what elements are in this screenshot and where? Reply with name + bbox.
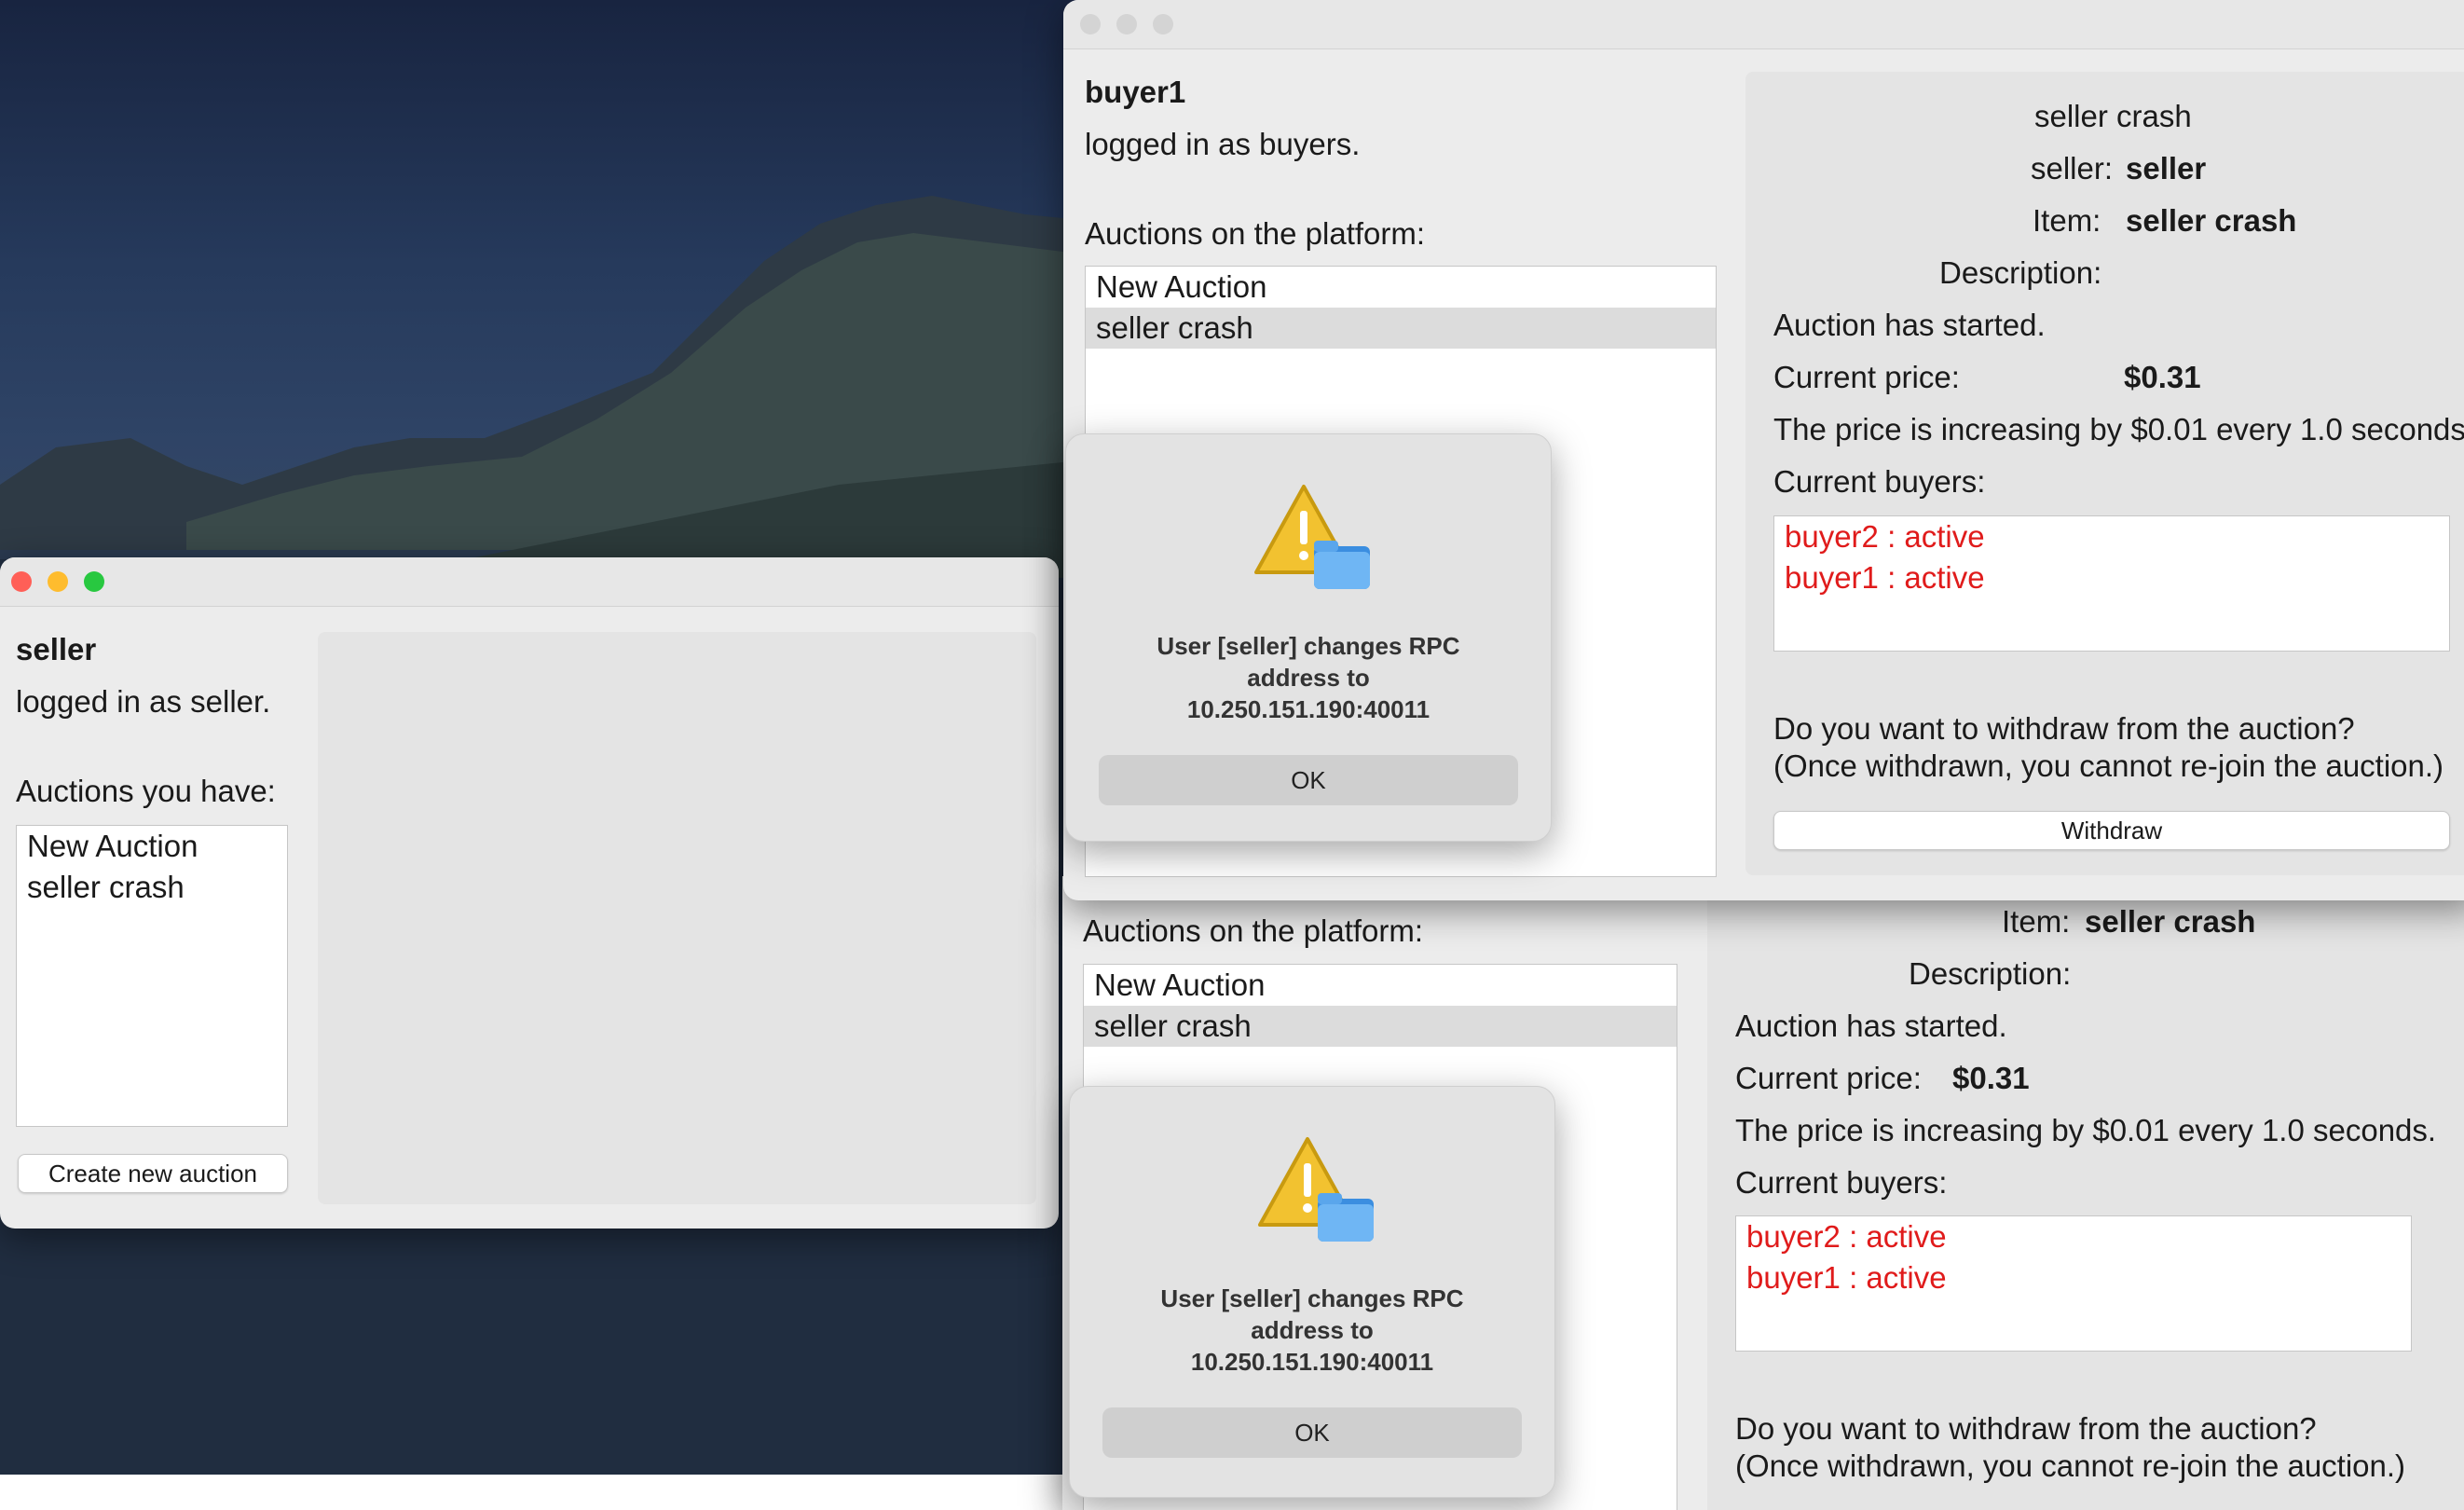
buyer2-rpc-alert-dialog: User [seller] changes RPC address to 10.… xyxy=(1069,1086,1555,1498)
withdraw-button[interactable]: Withdraw xyxy=(1773,811,2450,850)
buyer1-buyers-list: buyer2 : active buyer1 : active xyxy=(1773,515,2450,652)
buyer2-auctions-heading: Auctions on the platform: xyxy=(1083,913,1424,948)
dialog-message-line2: address to xyxy=(1251,1316,1374,1344)
buyer1-description-label: Description: xyxy=(1939,255,2102,290)
buyer2-buyers-list: buyer2 : active buyer1 : active xyxy=(1735,1215,2412,1352)
buyer1-buyers-heading: Current buyers: xyxy=(1773,464,1986,499)
buyer1-username: buyer1 xyxy=(1085,75,1186,109)
close-button[interactable] xyxy=(1080,14,1101,34)
buyer1-login-status: logged in as buyers. xyxy=(1085,127,1361,161)
list-item[interactable]: New Auction xyxy=(1086,267,1716,308)
seller-detail-panel xyxy=(318,632,1036,1204)
warning-folder-icon xyxy=(1258,1137,1374,1242)
close-button[interactable] xyxy=(11,571,32,592)
list-item: buyer1 : active xyxy=(1746,1260,1947,1295)
list-item: buyer2 : active xyxy=(1785,519,1985,554)
buyer2-description-label: Description: xyxy=(1909,956,2072,991)
buyer2-price-value: $0.31 xyxy=(1952,1061,2030,1095)
dialog-message-line2: address to xyxy=(1247,664,1370,692)
buyer1-item-value: seller crash xyxy=(2126,203,2297,238)
buyer2-detail-panel: Item: seller crash Description: Auction … xyxy=(1707,876,2464,1510)
buyer1-item-label: Item: xyxy=(2033,203,2101,238)
buyer2-price-increase-text: The price is increasing by $0.01 every 1… xyxy=(1735,1113,2437,1147)
seller-login-status: logged in as seller. xyxy=(16,684,271,719)
buyer1-auctions-heading: Auctions on the platform: xyxy=(1085,216,1426,251)
dialog-message-line1: User [seller] changes RPC xyxy=(1160,1284,1464,1312)
seller-auctions-list[interactable]: New Auction seller crash xyxy=(16,825,288,1127)
buyer1-price-label: Current price: xyxy=(1773,360,1960,394)
zoom-button[interactable] xyxy=(84,571,104,592)
dialog-message-line1: User [seller] changes RPC xyxy=(1157,632,1460,660)
seller-window-titlebar[interactable] xyxy=(0,557,1059,607)
buyer1-auction-status: Auction has started. xyxy=(1773,308,2046,342)
list-item: buyer1 : active xyxy=(1785,560,1985,595)
buyer2-withdraw-question: Do you want to withdraw from the auction… xyxy=(1735,1411,2317,1446)
buyer1-seller-label: seller: xyxy=(2031,151,2114,185)
list-item[interactable]: seller crash xyxy=(1086,308,1716,349)
buyer1-withdraw-note: (Once withdrawn, you cannot re-join the … xyxy=(1773,748,2444,783)
buyer1-price-value: $0.31 xyxy=(2124,360,2201,394)
list-item[interactable]: New Auction xyxy=(17,826,287,867)
list-item: buyer2 : active xyxy=(1746,1219,1947,1254)
buyer1-seller-value: seller xyxy=(2126,151,2207,185)
buyer1-auction-title: seller crash xyxy=(2034,99,2192,133)
ok-button[interactable]: OK xyxy=(1102,1407,1522,1458)
buyer2-withdraw-note: (Once withdrawn, you cannot re-join the … xyxy=(1735,1448,2406,1483)
seller-auctions-heading: Auctions you have: xyxy=(16,774,276,808)
buyer2-item-value: seller crash xyxy=(2085,904,2256,939)
seller-username: seller xyxy=(16,632,97,666)
ok-button[interactable]: OK xyxy=(1099,755,1518,805)
buyer2-buyers-heading: Current buyers: xyxy=(1735,1165,1948,1200)
buyer1-detail-panel: seller crash seller: seller Item: seller… xyxy=(1745,72,2464,875)
buyer1-withdraw-question: Do you want to withdraw from the auction… xyxy=(1773,711,2355,746)
buyer1-window-titlebar[interactable] xyxy=(1063,0,2464,49)
buyer2-auction-status: Auction has started. xyxy=(1735,1009,2007,1043)
dialog-message-line3: 10.250.151.190:40011 xyxy=(1186,695,1430,723)
buyer1-rpc-alert-dialog: User [seller] changes RPC address to 10.… xyxy=(1065,433,1552,842)
buyer1-price-increase-text: The price is increasing by $0.01 every 1… xyxy=(1773,412,2464,446)
dialog-message-line3: 10.250.151.190:40011 xyxy=(1190,1348,1434,1376)
list-item[interactable]: seller crash xyxy=(1084,1006,1677,1047)
list-item[interactable]: seller crash xyxy=(17,867,287,908)
minimize-button[interactable] xyxy=(1116,14,1137,34)
list-item[interactable]: New Auction xyxy=(1084,965,1677,1006)
minimize-button[interactable] xyxy=(48,571,68,592)
create-new-auction-button[interactable]: Create new auction xyxy=(18,1154,288,1193)
buyer2-price-label: Current price: xyxy=(1735,1061,1922,1095)
buyer2-item-label: Item: xyxy=(2002,904,2071,939)
warning-folder-icon xyxy=(1254,485,1370,589)
zoom-button[interactable] xyxy=(1153,14,1173,34)
seller-window: seller logged in as seller. Auctions you… xyxy=(0,557,1059,1229)
